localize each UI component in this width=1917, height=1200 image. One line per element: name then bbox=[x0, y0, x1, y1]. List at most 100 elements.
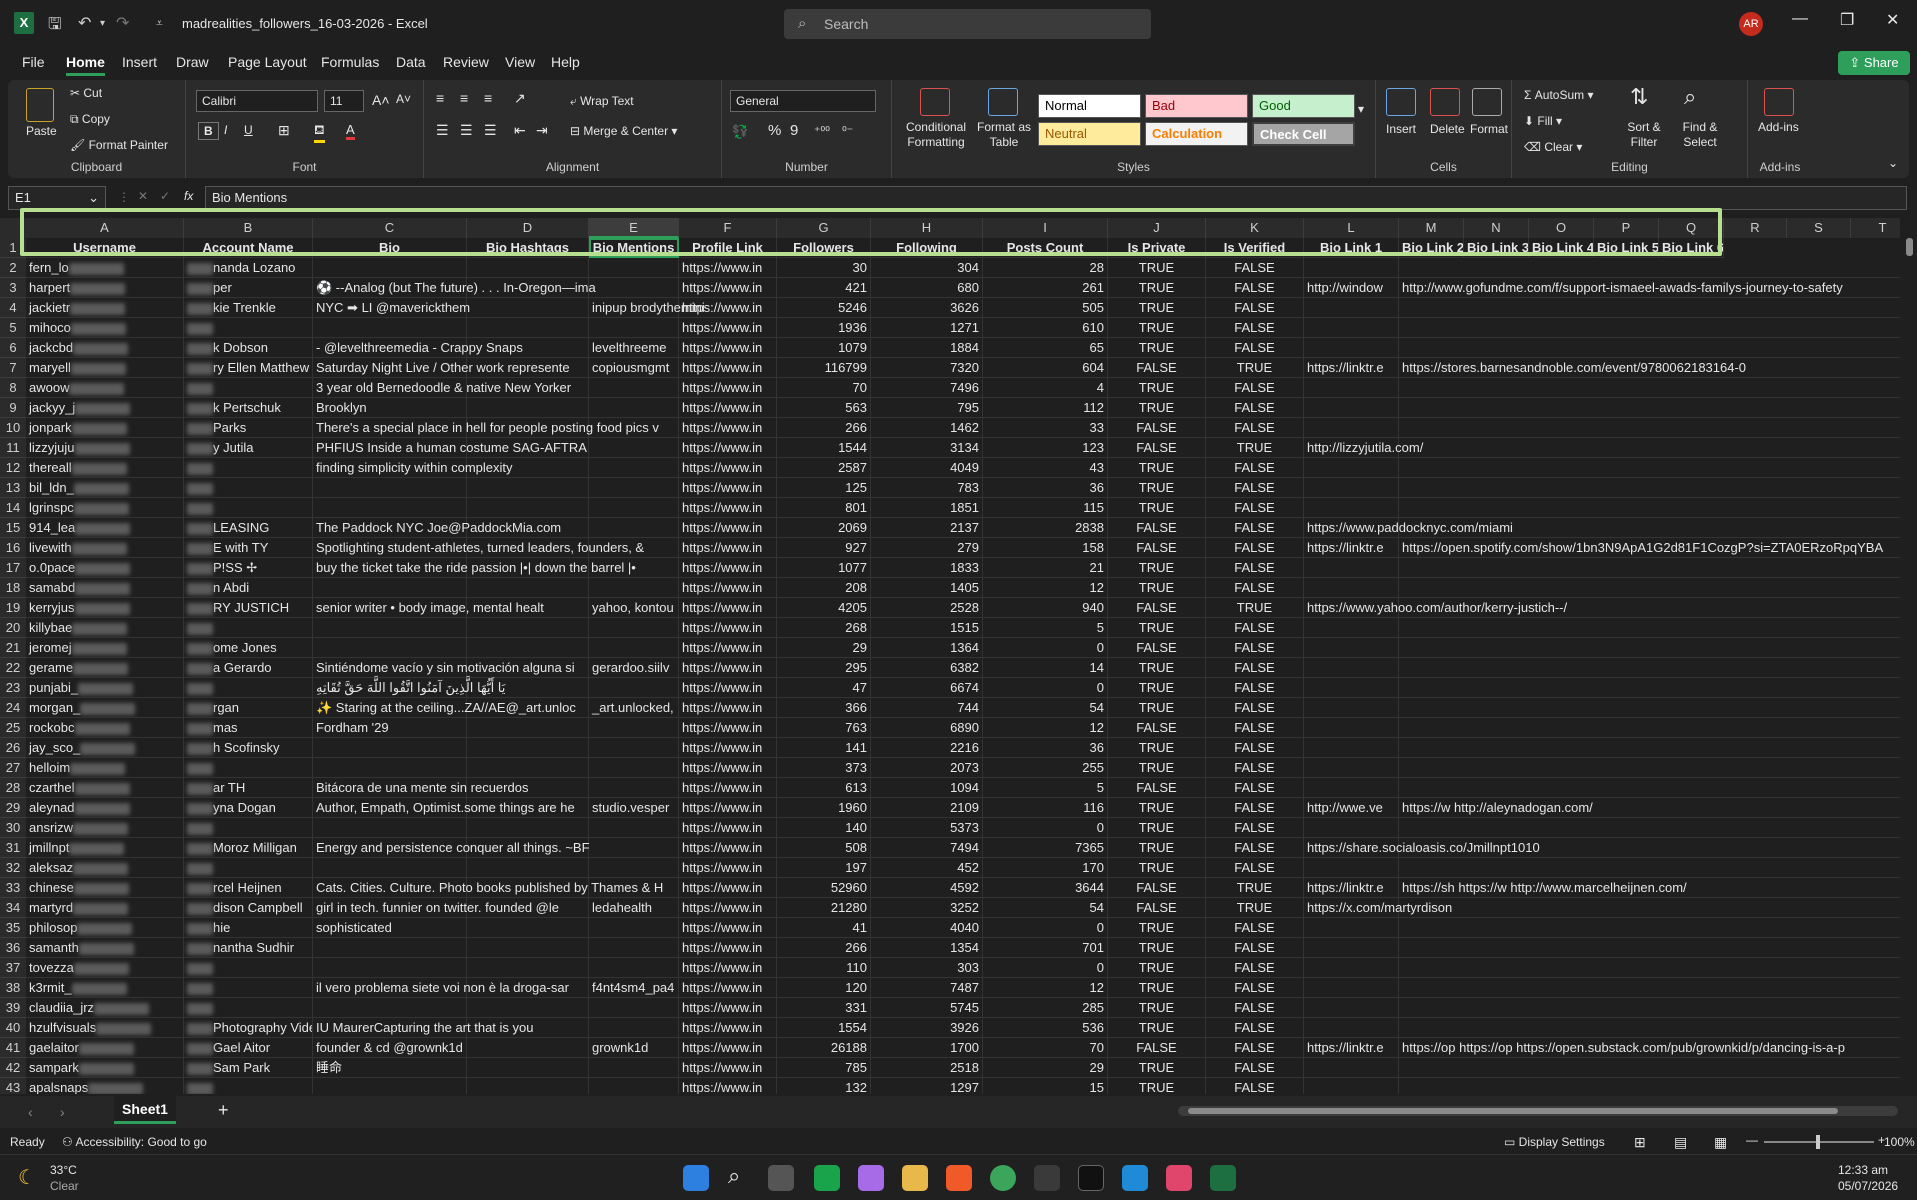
row-header[interactable]: 8 bbox=[0, 378, 26, 398]
table-cell[interactable] bbox=[467, 498, 589, 518]
table-cell[interactable]: studio.vesper bbox=[589, 798, 679, 818]
table-cell[interactable] bbox=[1304, 738, 1399, 758]
table-cell[interactable]: 132 bbox=[777, 1078, 871, 1094]
column-header[interactable]: C bbox=[313, 218, 467, 238]
table-cell[interactable]: 4049 bbox=[871, 458, 983, 478]
page-layout-view-icon[interactable]: ▤ bbox=[1674, 1134, 1687, 1151]
header-cell[interactable]: Is Verified bbox=[1206, 238, 1304, 258]
table-cell[interactable]: inipup brodythemini bbox=[589, 298, 705, 318]
table-cell[interactable]: 12 bbox=[983, 978, 1108, 998]
comma-button[interactable]: 9 bbox=[790, 122, 798, 139]
table-cell[interactable]: FALSE bbox=[1206, 558, 1304, 578]
row-header[interactable]: 23 bbox=[0, 678, 26, 698]
table-cell[interactable]: https://www.in bbox=[679, 358, 777, 378]
table-cell[interactable]: samabd bbox=[26, 578, 184, 598]
currency-icon[interactable]: 💱 bbox=[732, 124, 748, 140]
table-cell[interactable]: 0 bbox=[983, 818, 1108, 838]
table-cell[interactable] bbox=[467, 258, 589, 278]
table-cell[interactable]: http://wwe.ve bbox=[1304, 798, 1399, 818]
row-header[interactable]: 35 bbox=[0, 918, 26, 938]
table-cell[interactable]: https://www.in bbox=[679, 898, 777, 918]
normal-view-icon[interactable]: ⊞ bbox=[1634, 1134, 1646, 1151]
cancel-entry-icon[interactable]: ✕ bbox=[138, 189, 148, 203]
table-cell[interactable]: ry Ellen Matthew bbox=[184, 358, 313, 378]
table-cell[interactable]: 1364 bbox=[871, 638, 983, 658]
table-cell[interactable]: https://www.in bbox=[679, 318, 777, 338]
column-header[interactable]: P bbox=[1594, 218, 1659, 238]
table-cell[interactable]: 4592 bbox=[871, 878, 983, 898]
column-header[interactable]: M bbox=[1399, 218, 1464, 238]
table-cell[interactable] bbox=[1399, 638, 1900, 658]
column-header[interactable]: I bbox=[983, 218, 1108, 238]
table-cell[interactable]: https://share.socialoasis.co/Jmillnpt101… bbox=[1304, 838, 1540, 858]
table-cell[interactable] bbox=[1399, 718, 1900, 738]
table-cell[interactable]: Spotlighting student-athletes, turned le… bbox=[313, 538, 644, 558]
table-cell[interactable]: 3134 bbox=[871, 438, 983, 458]
table-cell[interactable]: 2069 bbox=[777, 518, 871, 538]
table-cell[interactable]: LEASING bbox=[184, 518, 313, 538]
table-cell[interactable]: 3926 bbox=[871, 1018, 983, 1038]
table-cell[interactable]: 43 bbox=[983, 458, 1108, 478]
table-cell[interactable]: 65 bbox=[983, 338, 1108, 358]
table-cell[interactable]: buy the ticket take the ride passion |•|… bbox=[313, 558, 636, 578]
table-cell[interactable]: 1544 bbox=[777, 438, 871, 458]
table-cell[interactable]: https://linktr.e bbox=[1304, 1038, 1399, 1058]
table-cell[interactable] bbox=[589, 998, 679, 1018]
table-cell[interactable]: 14 bbox=[983, 658, 1108, 678]
table-cell[interactable] bbox=[467, 818, 589, 838]
table-cell[interactable]: 1515 bbox=[871, 618, 983, 638]
row-header[interactable]: 40 bbox=[0, 1018, 26, 1038]
table-cell[interactable]: 15 bbox=[983, 1078, 1108, 1094]
table-cell[interactable]: 1462 bbox=[871, 418, 983, 438]
table-cell[interactable]: 2216 bbox=[871, 738, 983, 758]
table-cell[interactable] bbox=[1304, 458, 1399, 478]
table-cell[interactable]: 1077 bbox=[777, 558, 871, 578]
table-cell[interactable] bbox=[1304, 818, 1399, 838]
table-cell[interactable] bbox=[1399, 418, 1900, 438]
table-cell[interactable] bbox=[1399, 938, 1900, 958]
table-cell[interactable] bbox=[1399, 758, 1900, 778]
table-cell[interactable]: TRUE bbox=[1108, 1018, 1206, 1038]
table-cell[interactable]: FALSE bbox=[1206, 738, 1304, 758]
table-cell[interactable]: 1094 bbox=[871, 778, 983, 798]
table-cell[interactable] bbox=[1399, 678, 1900, 698]
table-cell[interactable]: yahoo, kontou bbox=[589, 598, 679, 618]
menu-view[interactable]: View bbox=[505, 54, 535, 70]
table-cell[interactable] bbox=[1399, 998, 1900, 1018]
row-header[interactable]: 2 bbox=[0, 258, 26, 278]
table-cell[interactable] bbox=[1304, 938, 1399, 958]
table-cell[interactable]: 2528 bbox=[871, 598, 983, 618]
table-cell[interactable] bbox=[589, 678, 679, 698]
table-cell[interactable]: 112 bbox=[983, 398, 1108, 418]
table-cell[interactable] bbox=[589, 278, 679, 298]
row-header[interactable]: 12 bbox=[0, 458, 26, 478]
table-cell[interactable]: 1271 bbox=[871, 318, 983, 338]
table-cell[interactable]: 7487 bbox=[871, 978, 983, 998]
table-cell[interactable] bbox=[184, 958, 313, 978]
table-cell[interactable]: 785 bbox=[777, 1058, 871, 1078]
table-cell[interactable]: https://www.in bbox=[679, 698, 777, 718]
table-cell[interactable]: TRUE bbox=[1108, 798, 1206, 818]
table-cell[interactable]: yna Dogan bbox=[184, 798, 313, 818]
column-header[interactable]: F bbox=[679, 218, 777, 238]
column-header[interactable]: J bbox=[1108, 218, 1206, 238]
table-cell[interactable]: Moroz Milligan bbox=[184, 838, 313, 858]
row-header[interactable]: 6 bbox=[0, 338, 26, 358]
table-cell[interactable]: ar TH bbox=[184, 778, 313, 798]
table-cell[interactable]: 331 bbox=[777, 998, 871, 1018]
style-good[interactable]: Good bbox=[1252, 94, 1355, 118]
table-cell[interactable]: 2109 bbox=[871, 798, 983, 818]
table-cell[interactable] bbox=[1304, 1018, 1399, 1038]
table-cell[interactable] bbox=[1399, 438, 1900, 458]
merge-center-button[interactable]: ⊟ Merge & Center ▾ bbox=[570, 124, 677, 138]
table-cell[interactable]: FALSE bbox=[1206, 338, 1304, 358]
table-cell[interactable] bbox=[313, 318, 467, 338]
table-cell[interactable]: FALSE bbox=[1108, 518, 1206, 538]
shrink-font-icon[interactable]: A˅ bbox=[396, 92, 411, 106]
sheet-tab[interactable]: Sheet1 bbox=[114, 1096, 176, 1124]
table-cell[interactable]: 12 bbox=[983, 578, 1108, 598]
table-cell[interactable]: NYC ➡ LI @maverickthem bbox=[313, 298, 470, 318]
table-cell[interactable]: https://www.in bbox=[679, 278, 777, 298]
table-cell[interactable] bbox=[467, 1078, 589, 1094]
table-cell[interactable] bbox=[1304, 718, 1399, 738]
